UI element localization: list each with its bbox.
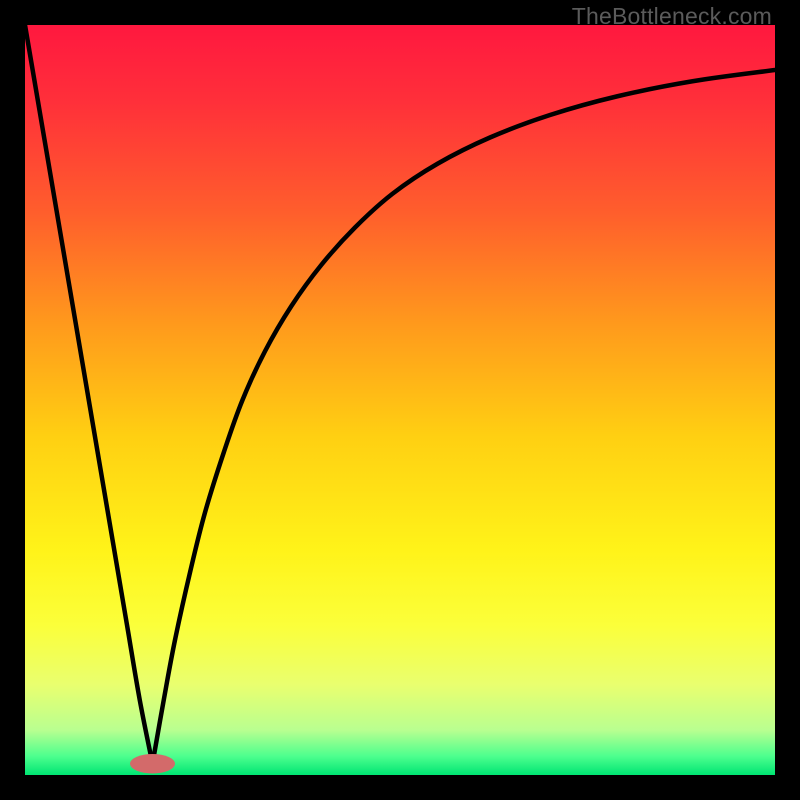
optimal-marker bbox=[130, 754, 175, 774]
gradient-background bbox=[25, 25, 775, 775]
chart-frame bbox=[25, 25, 775, 775]
watermark-text: TheBottleneck.com bbox=[572, 3, 772, 30]
bottleneck-chart bbox=[25, 25, 775, 775]
